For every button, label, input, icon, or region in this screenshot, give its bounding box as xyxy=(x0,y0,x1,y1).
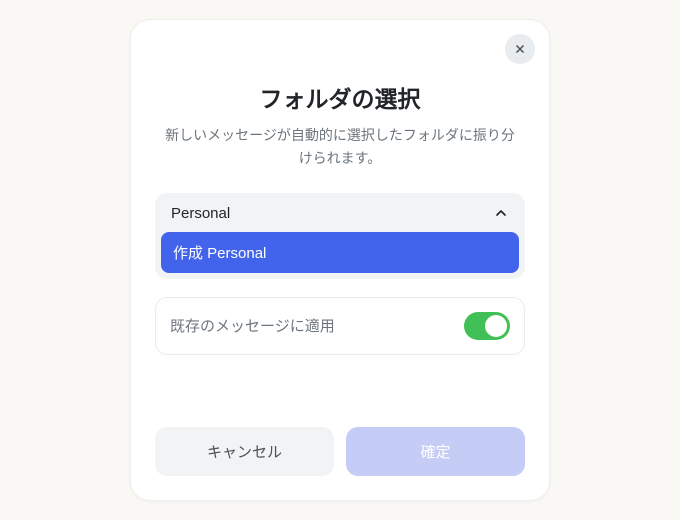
modal-title: フォルダの選択 xyxy=(155,80,525,114)
combo-input-row xyxy=(161,199,519,232)
modal-subtitle: 新しいメッセージが自動的に選択したフォルダに振り分けられます。 xyxy=(155,124,525,169)
chevron-up-icon xyxy=(493,205,509,221)
apply-existing-label: 既存のメッセージに適用 xyxy=(170,315,335,336)
close-button[interactable] xyxy=(505,34,535,64)
button-row: キャンセル 確定 xyxy=(155,427,525,476)
combo-create-option[interactable]: 作成 Personal xyxy=(161,232,519,273)
apply-existing-row: 既存のメッセージに適用 xyxy=(155,297,525,355)
apply-existing-toggle[interactable] xyxy=(464,312,510,340)
folder-select-modal: フォルダの選択 新しいメッセージが自動的に選択したフォルダに振り分けられます。 … xyxy=(130,19,550,501)
confirm-button[interactable]: 確定 xyxy=(346,427,525,476)
folder-input[interactable] xyxy=(171,205,485,222)
close-icon xyxy=(513,42,527,56)
folder-combobox[interactable]: 作成 Personal xyxy=(155,193,525,279)
cancel-button[interactable]: キャンセル xyxy=(155,427,334,476)
toggle-knob xyxy=(485,315,507,337)
